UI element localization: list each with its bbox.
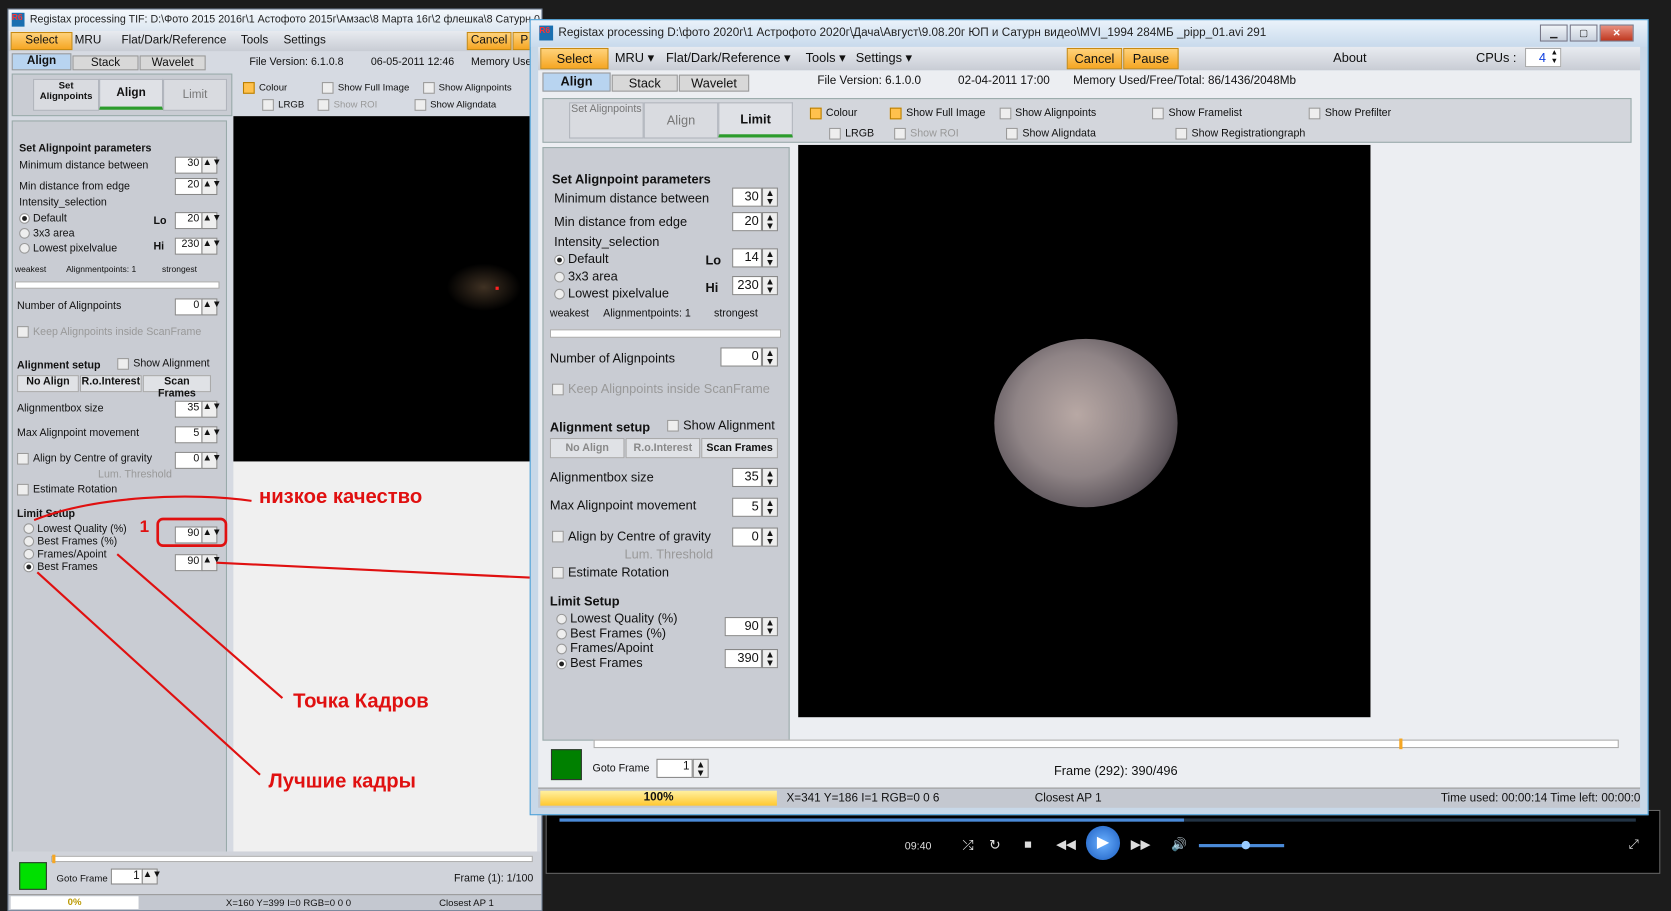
annotation-line-to-front [216, 561, 530, 579]
annotation-line-low-quality [33, 495, 252, 522]
annotation-marker: 1 [139, 517, 150, 537]
annotation-low-quality: низкое качество [258, 485, 423, 509]
annotation-lines [33, 495, 530, 776]
annotation-frames-point: Точка Кадров [293, 690, 429, 713]
annotation-highlight-box [156, 517, 228, 547]
annotation-line-frames-point [116, 553, 284, 699]
annotation-line-best-frames [36, 571, 261, 776]
annotation-best-frames: Лучшие кадры [268, 770, 416, 793]
